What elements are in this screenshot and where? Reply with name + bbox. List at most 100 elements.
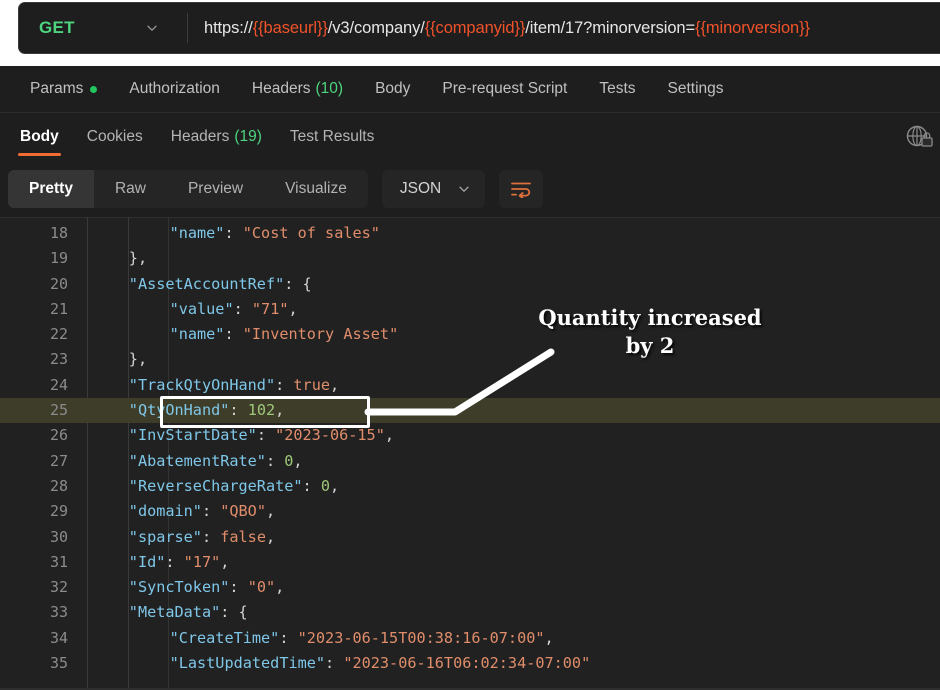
code-token: ,: [384, 426, 394, 445]
code-line[interactable]: 31 "Id": "17",: [0, 550, 940, 575]
request-tab-label: Params: [30, 80, 84, 97]
language-select-value: JSON: [399, 180, 442, 197]
code-token: "Cost of sales": [242, 224, 380, 242]
code-token: ,: [265, 527, 276, 546]
code-line[interactable]: 18 "name": "Cost of sales": [0, 221, 940, 246]
format-tab-preview[interactable]: Preview: [167, 170, 264, 208]
code-line[interactable]: 19},: [0, 246, 940, 271]
code-token: ,: [275, 578, 285, 597]
code-token: ,: [220, 552, 230, 571]
line-number: 21: [49, 299, 68, 318]
code-token: "17": [183, 552, 221, 571]
line-number: 20: [49, 274, 68, 293]
code-token: "2023-06-15": [275, 426, 385, 445]
code-line[interactable]: 23},: [0, 347, 940, 372]
response-tab-body[interactable]: Body: [6, 113, 73, 161]
response-tab-count: (19): [234, 128, 262, 145]
request-tab-authorization[interactable]: Authorization: [113, 66, 235, 112]
response-tab-test-results[interactable]: Test Results: [276, 113, 388, 161]
code-token: :: [229, 578, 248, 597]
code-token: "2023-06-16T06:02:34-07:00": [343, 654, 591, 673]
code-line[interactable]: 21 "value": "71",: [0, 297, 940, 322]
globe-lock-icon[interactable]: [902, 122, 936, 152]
word-wrap-icon: [511, 182, 532, 198]
response-body-editor[interactable]: 18 "name": "Cost of sales" 19}, 20 "AssetAcc…: [0, 217, 940, 690]
word-wrap-button[interactable]: [499, 170, 544, 208]
line-number: 22: [49, 325, 68, 344]
code-line[interactable]: 35 "LastUpdatedTime": "2023-06-16T06:02:3…: [0, 651, 940, 676]
code-line[interactable]: 25 "QtyOnHand": 102,: [0, 398, 940, 424]
code-line[interactable]: 32 "SyncToken": "0",: [0, 575, 940, 600]
request-tab-label: Settings: [667, 80, 724, 97]
code-token: "name": [169, 325, 225, 344]
code-content: "LastUpdatedTime": "2023-06-16T06:02:34-…: [170, 651, 591, 676]
code-token: "71": [251, 299, 289, 318]
code-content: "name": "Inventory Asset": [170, 322, 399, 347]
code-content: "TrackQtyOnHand": true,: [129, 373, 339, 398]
code-line[interactable]: 24 "TrackQtyOnHand": true,: [0, 373, 940, 398]
url-segment: /item/17?minorversion=: [525, 18, 696, 37]
response-tab-cookies[interactable]: Cookies: [73, 113, 157, 161]
code-line[interactable]: 22 "name": "Inventory Asset": [0, 322, 940, 347]
request-tab-label: Authorization: [129, 80, 220, 97]
line-number: 33: [49, 603, 68, 622]
request-tab-headers[interactable]: Headers (10): [236, 66, 359, 112]
line-number: 29: [49, 502, 68, 521]
code-line[interactable]: 28 "ReverseChargeRate": 0,: [0, 474, 940, 499]
code-token: :: [325, 654, 344, 673]
code-line[interactable]: 26 "InvStartDate": "2023-06-15",: [0, 423, 940, 448]
code-token: "Inventory Asset": [242, 325, 399, 344]
language-select[interactable]: JSON: [381, 170, 486, 208]
code-token: ,: [265, 502, 276, 521]
code-content: "CreateTime": "2023-06-15T00:38:16-07:00…: [170, 626, 554, 651]
code-content: "sparse": false,: [129, 525, 275, 550]
code-token: "0": [247, 578, 276, 597]
code-line[interactable]: 27 "AbatementRate": 0,: [0, 449, 940, 474]
code-content: "QtyOnHand": 102,: [129, 398, 284, 423]
code-line[interactable]: 30 "sparse": false,: [0, 525, 940, 550]
code-line[interactable]: 33 "MetaData": {: [0, 600, 940, 625]
code-token: "domain": [128, 502, 202, 521]
code-token: "sparse": [128, 527, 202, 546]
code-token: :: [302, 476, 321, 495]
url-variable: {{minorversion}}: [695, 18, 810, 37]
code-token: "QtyOnHand": [128, 401, 230, 420]
chevron-down-icon: [459, 186, 469, 192]
code-token: :: [224, 325, 243, 344]
response-tab-label: Cookies: [86, 128, 143, 145]
code-token: ,: [293, 451, 303, 470]
format-tab-visualize[interactable]: Visualize: [264, 170, 368, 208]
code-line[interactable]: 29 "domain": "QBO",: [0, 499, 940, 524]
chevron-down-icon: [147, 25, 157, 31]
line-number: 31: [49, 552, 68, 571]
response-format-toolbar: Pretty Raw Preview Visualize JSON: [0, 161, 940, 217]
request-tab-pre-request-script[interactable]: Pre-request Script: [426, 66, 583, 112]
response-tab-label: Headers: [170, 128, 230, 145]
line-number: 32: [49, 578, 68, 597]
request-tab-body[interactable]: Body: [359, 66, 426, 112]
url-input[interactable]: https://{{baseurl}}/v3/company/{{company…: [188, 19, 940, 38]
code-token: :: [256, 426, 276, 445]
format-tab-pretty[interactable]: Pretty: [8, 170, 94, 208]
code-token: 0: [320, 476, 330, 495]
format-tab-raw[interactable]: Raw: [94, 170, 167, 208]
http-method-selector[interactable]: GET: [19, 3, 187, 53]
response-tab-label: Body: [20, 128, 59, 145]
response-tab-headers[interactable]: Headers (19): [157, 113, 276, 161]
code-line[interactable]: 20 "AssetAccountRef": {: [0, 272, 940, 297]
code-token: :: [265, 451, 285, 470]
code-token: "value": [169, 299, 234, 318]
code-line[interactable]: 34 "CreateTime": "2023-06-15T00:38:16-07:…: [0, 626, 940, 651]
request-tab-tests[interactable]: Tests: [583, 66, 651, 112]
code-token: ,: [329, 375, 340, 394]
line-number: 25: [49, 401, 68, 420]
request-tab-label: Tests: [599, 80, 636, 97]
request-tab-params[interactable]: Params: [14, 66, 113, 112]
request-tab-label: Body: [375, 80, 411, 97]
code-content: "AssetAccountRef": {: [129, 272, 312, 297]
code-lines-container: 18 "name": "Cost of sales" 19}, 20 "AssetAcc…: [0, 217, 940, 676]
request-tab-settings[interactable]: Settings: [652, 66, 740, 112]
code-token: 102: [247, 401, 276, 420]
code-token: "AssetAccountRef": [128, 274, 285, 293]
code-token: "InvStartDate": [128, 426, 257, 445]
